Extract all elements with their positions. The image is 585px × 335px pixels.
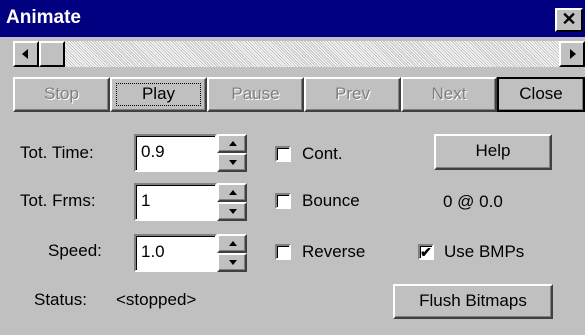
flush-bitmaps-button[interactable]: Flush Bitmaps <box>393 284 553 319</box>
tot-frms-input[interactable]: 1 <box>134 183 217 221</box>
title-bar <box>0 0 585 37</box>
tot-frms-spin-down[interactable] <box>217 202 247 221</box>
spin-up-icon <box>229 190 237 195</box>
spin-down-icon <box>229 160 237 165</box>
frame-scrollbar[interactable] <box>13 41 585 67</box>
checkmark-icon: ✔ <box>420 244 432 260</box>
tot-frms-spin-up[interactable] <box>217 183 247 202</box>
status-value: <stopped> <box>116 290 197 309</box>
cont-checkbox[interactable] <box>275 146 291 162</box>
scroll-right-button[interactable] <box>559 41 585 67</box>
window-title: Animate <box>6 7 81 28</box>
scroll-left-button[interactable] <box>13 41 39 67</box>
close-window-button[interactable]: ✕ <box>555 8 583 32</box>
close-button[interactable]: Close <box>497 77 585 112</box>
scrollbar-track[interactable] <box>13 41 585 67</box>
bounce-checkbox[interactable] <box>275 193 291 209</box>
frame-info: 0 @ 0.0 <box>443 192 503 211</box>
spin-up-icon <box>229 141 237 146</box>
play-button[interactable]: Play <box>110 77 207 112</box>
close-icon: ✕ <box>561 9 577 29</box>
scroll-right-icon <box>570 49 576 59</box>
speed-input[interactable]: 1.0 <box>134 234 217 272</box>
help-button[interactable]: Help <box>434 134 552 170</box>
speed-spin-up[interactable] <box>217 234 247 253</box>
prev-button[interactable]: Prev <box>304 77 401 112</box>
spin-down-icon <box>229 209 237 214</box>
tot-frms-label: Tot. Frms: <box>20 191 96 210</box>
scroll-thumb[interactable] <box>39 41 65 67</box>
reverse-label[interactable]: Reverse <box>302 242 365 262</box>
status-label: Status: <box>34 290 87 309</box>
tot-time-spin-up[interactable] <box>217 134 247 153</box>
tot-time-label: Tot. Time: <box>20 143 94 162</box>
stop-button[interactable]: Stop <box>13 77 110 112</box>
pause-button[interactable]: Pause <box>207 77 304 112</box>
speed-spin-down[interactable] <box>217 253 247 272</box>
cont-label[interactable]: Cont. <box>302 144 343 164</box>
next-button[interactable]: Next <box>401 77 497 112</box>
tot-time-input[interactable]: 0.9 <box>134 134 217 172</box>
tot-time-spin-down[interactable] <box>217 153 247 172</box>
use-bmps-checkbox[interactable]: ✔ <box>418 244 434 260</box>
spin-down-icon <box>229 260 237 265</box>
scroll-left-icon <box>22 49 28 59</box>
reverse-checkbox[interactable] <box>275 244 291 260</box>
speed-label: Speed: <box>48 241 102 260</box>
spin-up-icon <box>229 241 237 246</box>
use-bmps-label[interactable]: Use BMPs <box>444 242 524 262</box>
bounce-label[interactable]: Bounce <box>302 191 360 211</box>
